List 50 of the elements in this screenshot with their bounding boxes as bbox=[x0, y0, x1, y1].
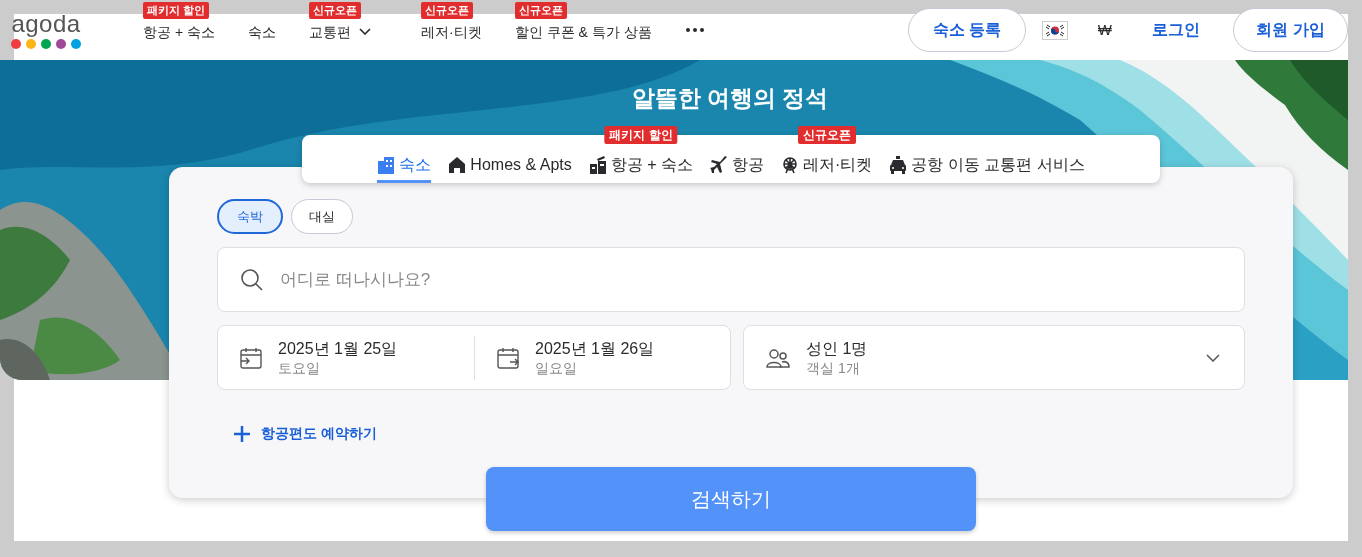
new-badge: 신규오픈 bbox=[308, 2, 361, 19]
login-link[interactable]: 로그인 bbox=[1152, 18, 1200, 42]
stay-type-toggle[interactable]: 숙박 bbox=[217, 199, 283, 234]
logo-text[interactable]: agoda bbox=[11, 13, 81, 35]
nav-link[interactable]: 교통편 bbox=[308, 22, 371, 41]
building-icon bbox=[377, 156, 396, 174]
product-tab[interactable]: 항공 + 숙소 bbox=[588, 150, 693, 183]
suitcase-building-icon bbox=[588, 156, 607, 174]
date-text: 2025년 1월 25일 bbox=[278, 338, 398, 359]
new-badge: 신규오픈 bbox=[797, 126, 856, 144]
more-icon[interactable] bbox=[685, 28, 704, 32]
nav-link[interactable]: 레저·티켓 bbox=[420, 22, 482, 41]
people-icon bbox=[766, 346, 790, 369]
product-tab[interactable]: 레저·티켓 bbox=[780, 150, 873, 183]
nav-link[interactable]: 숙소 bbox=[247, 22, 276, 41]
stay-type-toggle[interactable]: 대실 bbox=[291, 199, 353, 234]
guests-text: 성인 1명 bbox=[806, 338, 868, 359]
destination-field[interactable]: 어디로 떠나시나요? bbox=[217, 247, 1245, 312]
calendar-out-icon bbox=[497, 346, 519, 369]
list-property-button[interactable]: 숙소 등록 bbox=[907, 8, 1026, 52]
plus-icon bbox=[233, 424, 251, 443]
occupancy-field[interactable]: 성인 1명 객실 1개 bbox=[743, 325, 1245, 390]
weekday-text: 일요일 bbox=[535, 358, 578, 377]
flag-icon[interactable] bbox=[1041, 20, 1068, 40]
car-icon bbox=[889, 156, 908, 174]
rooms-text: 객실 1개 bbox=[806, 358, 861, 377]
product-tab[interactable]: 공항 이동 교통편 서비스 bbox=[889, 150, 1085, 183]
chevron-down-icon bbox=[358, 28, 371, 35]
new-badge: 패키지 할인 bbox=[143, 2, 210, 19]
currency-selector[interactable]: ₩ bbox=[1097, 18, 1112, 42]
new-badge: 신규오픈 bbox=[420, 2, 473, 19]
chevron-down-icon bbox=[1206, 353, 1220, 362]
nav-link[interactable]: 항공 + 숙소 bbox=[143, 22, 215, 41]
house-icon bbox=[448, 156, 467, 174]
ferris-wheel-icon bbox=[780, 156, 799, 174]
nav-link[interactable]: 할인 쿠폰 & 특가 상품 bbox=[514, 22, 652, 41]
add-flight-link[interactable]: 항공편도 예약하기 bbox=[233, 423, 377, 444]
date-range-field[interactable]: 2025년 1월 25일 토요일 2025년 1월 26일 일요일 bbox=[217, 325, 731, 390]
product-tab[interactable]: Homes & Apts bbox=[448, 150, 572, 183]
date-text: 2025년 1월 26일 bbox=[535, 338, 655, 359]
hero-title: 알뜰한 여행의 정석 bbox=[631, 84, 829, 113]
signup-button[interactable]: 회원 가입 bbox=[1233, 8, 1348, 52]
search-icon bbox=[240, 268, 264, 292]
product-tab[interactable]: 항공 bbox=[709, 150, 764, 183]
weekday-text: 토요일 bbox=[278, 358, 321, 377]
new-badge: 신규오픈 bbox=[514, 2, 567, 19]
calendar-in-icon bbox=[240, 346, 262, 369]
logo-dots-icon bbox=[11, 39, 81, 49]
airplane-icon bbox=[709, 156, 728, 174]
new-badge: 패키지 할인 bbox=[604, 126, 678, 144]
